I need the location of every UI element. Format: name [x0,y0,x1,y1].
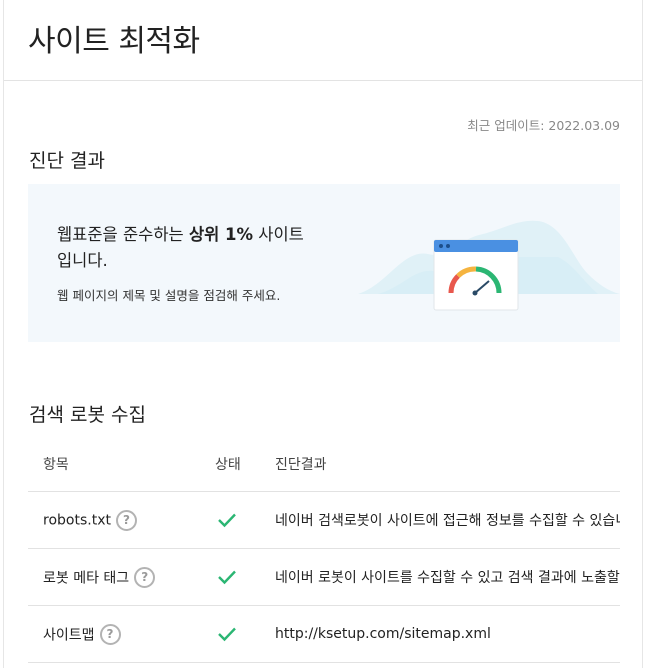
last-updated: 최근 업데이트: 2022.03.09 [467,118,620,133]
diagnosis-message: 웹표준을 준수하는 상위 1% 사이트 입니다. [57,222,327,274]
check-icon [218,513,236,528]
item-label: robots.txt [43,512,111,528]
diagnosis-rank: 상위 1% [188,225,254,244]
result-cell: http://ksetup.com/sitemap.xml [275,605,620,663]
check-icon [218,627,236,642]
speedometer-illustration [358,220,620,311]
result-cell: 네이버 검색로봇이 사이트에 접근해 정보를 수집할 수 있습니다. [275,491,620,549]
diagnosis-subtext: 웹 페이지의 제목 및 설명을 점검해 주세요. [57,288,281,303]
item-cell: robots.txt? [28,491,215,549]
item-label: 사이트맵 [43,627,95,643]
crawl-heading: 검색 로봇 수집 [29,404,146,426]
diagnosis-message-prefix: 웹표준을 준수하는 [57,225,189,244]
question-circle-icon[interactable]: ? [115,509,137,531]
table-row: robots.txt? 네이버 검색로봇이 사이트에 접근해 정보를 수집할 수… [28,491,620,549]
item-label: 로봇 메타 태그 [43,570,130,586]
page-header: 사이트 최적화 [4,0,642,81]
crawl-table: 항목 상태 진단결과 robots.txt? 네이버 검색로봇이 사이트에 접근… [28,437,620,663]
item-cell: 로봇 메타 태그? [28,548,215,606]
status-cell [215,491,275,549]
column-header-status: 상태 [215,437,275,492]
left-border [3,0,4,668]
diagnosis-message-suffix: 사이트 [253,225,304,244]
item-cell: 사이트맵? [28,605,215,663]
column-header-item: 항목 [28,437,215,492]
browser-window-icon [433,239,519,311]
status-cell [215,548,275,606]
right-border [642,0,643,668]
question-circle-icon[interactable]: ? [134,566,156,588]
result-cell: 네이버 로봇이 사이트를 수집할 수 있고 검색 결과에 노출할 수 있습니다. [275,548,620,606]
table-row: 사이트맵? http://ksetup.com/sitemap.xml [28,605,620,663]
diagnosis-banner: 웹표준을 준수하는 상위 1% 사이트 입니다. 웹 페이지의 제목 및 설명을… [28,184,620,342]
diagnosis-heading: 진단 결과 [29,150,105,172]
status-cell [215,605,275,663]
table-header-row: 항목 상태 진단결과 [28,437,620,492]
column-header-result: 진단결과 [275,437,620,492]
check-icon [218,570,236,585]
diagnosis-message-end: 입니다. [57,251,108,270]
page-title: 사이트 최적화 [28,24,200,59]
table-row: 로봇 메타 태그? 네이버 로봇이 사이트를 수집할 수 있고 검색 결과에 노… [28,548,620,606]
question-circle-icon[interactable]: ? [99,623,121,645]
